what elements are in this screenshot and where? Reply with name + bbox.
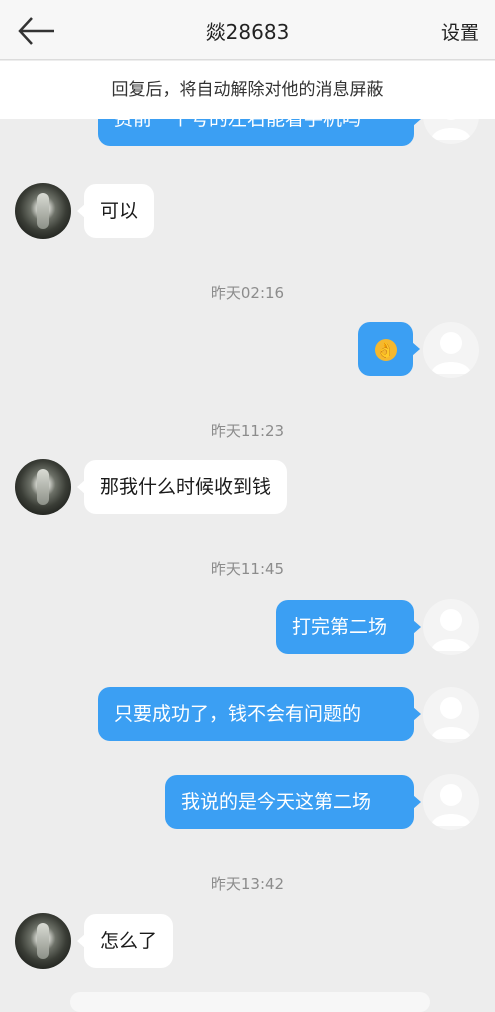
message-text: 打完第二场 [292,616,388,638]
timestamp: 昨天13:42 [210,875,285,893]
timestamp: 昨天11:45 [210,560,285,578]
message-bubble-sent[interactable]: 我说的是今天这第二场 [165,775,421,829]
message-text: 我说的是今天这第二场 [181,791,372,813]
message-bubble-received[interactable]: 可以 [76,184,155,238]
back-arrow-icon [18,17,54,45]
message-bubble-sent[interactable]: 只要成功了，钱不会有问题的 [98,687,421,741]
person-icon [431,609,471,651]
timestamp: 昨天02:16 [210,284,285,302]
message-text: 只要成功了，钱不会有问题的 [114,703,362,725]
my-avatar[interactable] [423,322,479,378]
input-bar-edge[interactable] [70,992,430,1012]
person-icon [431,332,471,374]
my-avatar[interactable] [423,687,479,743]
contact-avatar[interactable] [15,459,71,515]
message-bubble-sent[interactable]: 打完第二场 [276,600,421,654]
timestamp: 昨天11:23 [210,422,285,440]
chat-title: 燚28683 [205,20,290,44]
message-bubble-received[interactable]: 怎么了 [76,914,174,968]
person-icon [431,697,471,739]
settings-button[interactable]: 设置 [441,18,479,45]
message-text: 那我什么时候收到钱 [100,476,272,498]
contact-avatar[interactable] [15,183,71,239]
top-bar: 燚28683 设置 [0,0,495,60]
message-text: 怎么了 [100,930,158,952]
my-avatar[interactable] [423,774,479,830]
message-text: 可以 [100,200,139,222]
my-avatar[interactable] [423,599,479,655]
message-bubble-received[interactable]: 那我什么时候收到钱 [76,460,288,514]
chat-area[interactable]: 费前一个号的左右能看手机吗 可以 昨天02:16 👌 昨天11:23 那我什么时… [0,0,495,1012]
ok-hand-emoji-icon: 👌 [374,338,397,361]
block-notice-banner: 回复后，将自动解除对他的消息屏蔽 [0,61,495,119]
person-icon [431,784,471,826]
contact-avatar[interactable] [15,913,71,969]
message-bubble-sent[interactable]: 👌 [358,322,420,376]
back-button[interactable] [14,14,58,48]
